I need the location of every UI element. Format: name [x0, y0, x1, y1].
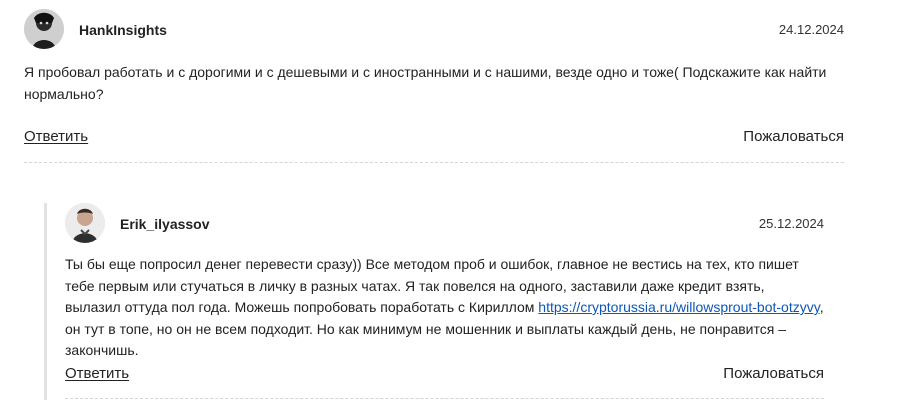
reply-author: Erik_ilyassov: [120, 216, 210, 232]
user-avatar-icon[interactable]: [24, 9, 64, 49]
reply-comment: Erik_ilyassov 25.12.2024 Ты бы еще попро…: [65, 203, 824, 400]
user-avatar-icon[interactable]: [65, 203, 105, 243]
comment-text: Я пробовал работать и с дорогими и с деш…: [24, 64, 827, 102]
comment-root: HankInsights 24.12.2024 Я пробовал работ…: [24, 9, 844, 163]
reply-text: Ты бы еще попросил денег перевести сразу…: [65, 254, 824, 362]
reply-divider: [65, 398, 824, 399]
reply-header: Erik_ilyassov 25.12.2024: [65, 203, 824, 245]
reply-actions: Ответить Пожаловаться: [65, 365, 824, 389]
report-link[interactable]: Пожаловаться: [723, 365, 824, 382]
comment-header: HankInsights 24.12.2024: [24, 9, 844, 51]
reply-thread: Erik_ilyassov 25.12.2024 Ты бы еще попро…: [44, 203, 824, 400]
comment-date: 24.12.2024: [778, 22, 844, 37]
reply-date: 25.12.2024: [758, 216, 824, 231]
comment-divider: [24, 162, 844, 163]
reply-link[interactable]: Ответить: [65, 365, 129, 382]
reply-link[interactable]: Ответить: [24, 128, 88, 145]
external-link[interactable]: https://cryptorussia.ru/willowsprout-bot…: [538, 299, 819, 315]
comment-actions: Ответить Пожаловаться: [24, 128, 844, 152]
comment-author: HankInsights: [79, 22, 167, 38]
report-link[interactable]: Пожаловаться: [743, 128, 844, 145]
thread-line: [44, 203, 47, 400]
